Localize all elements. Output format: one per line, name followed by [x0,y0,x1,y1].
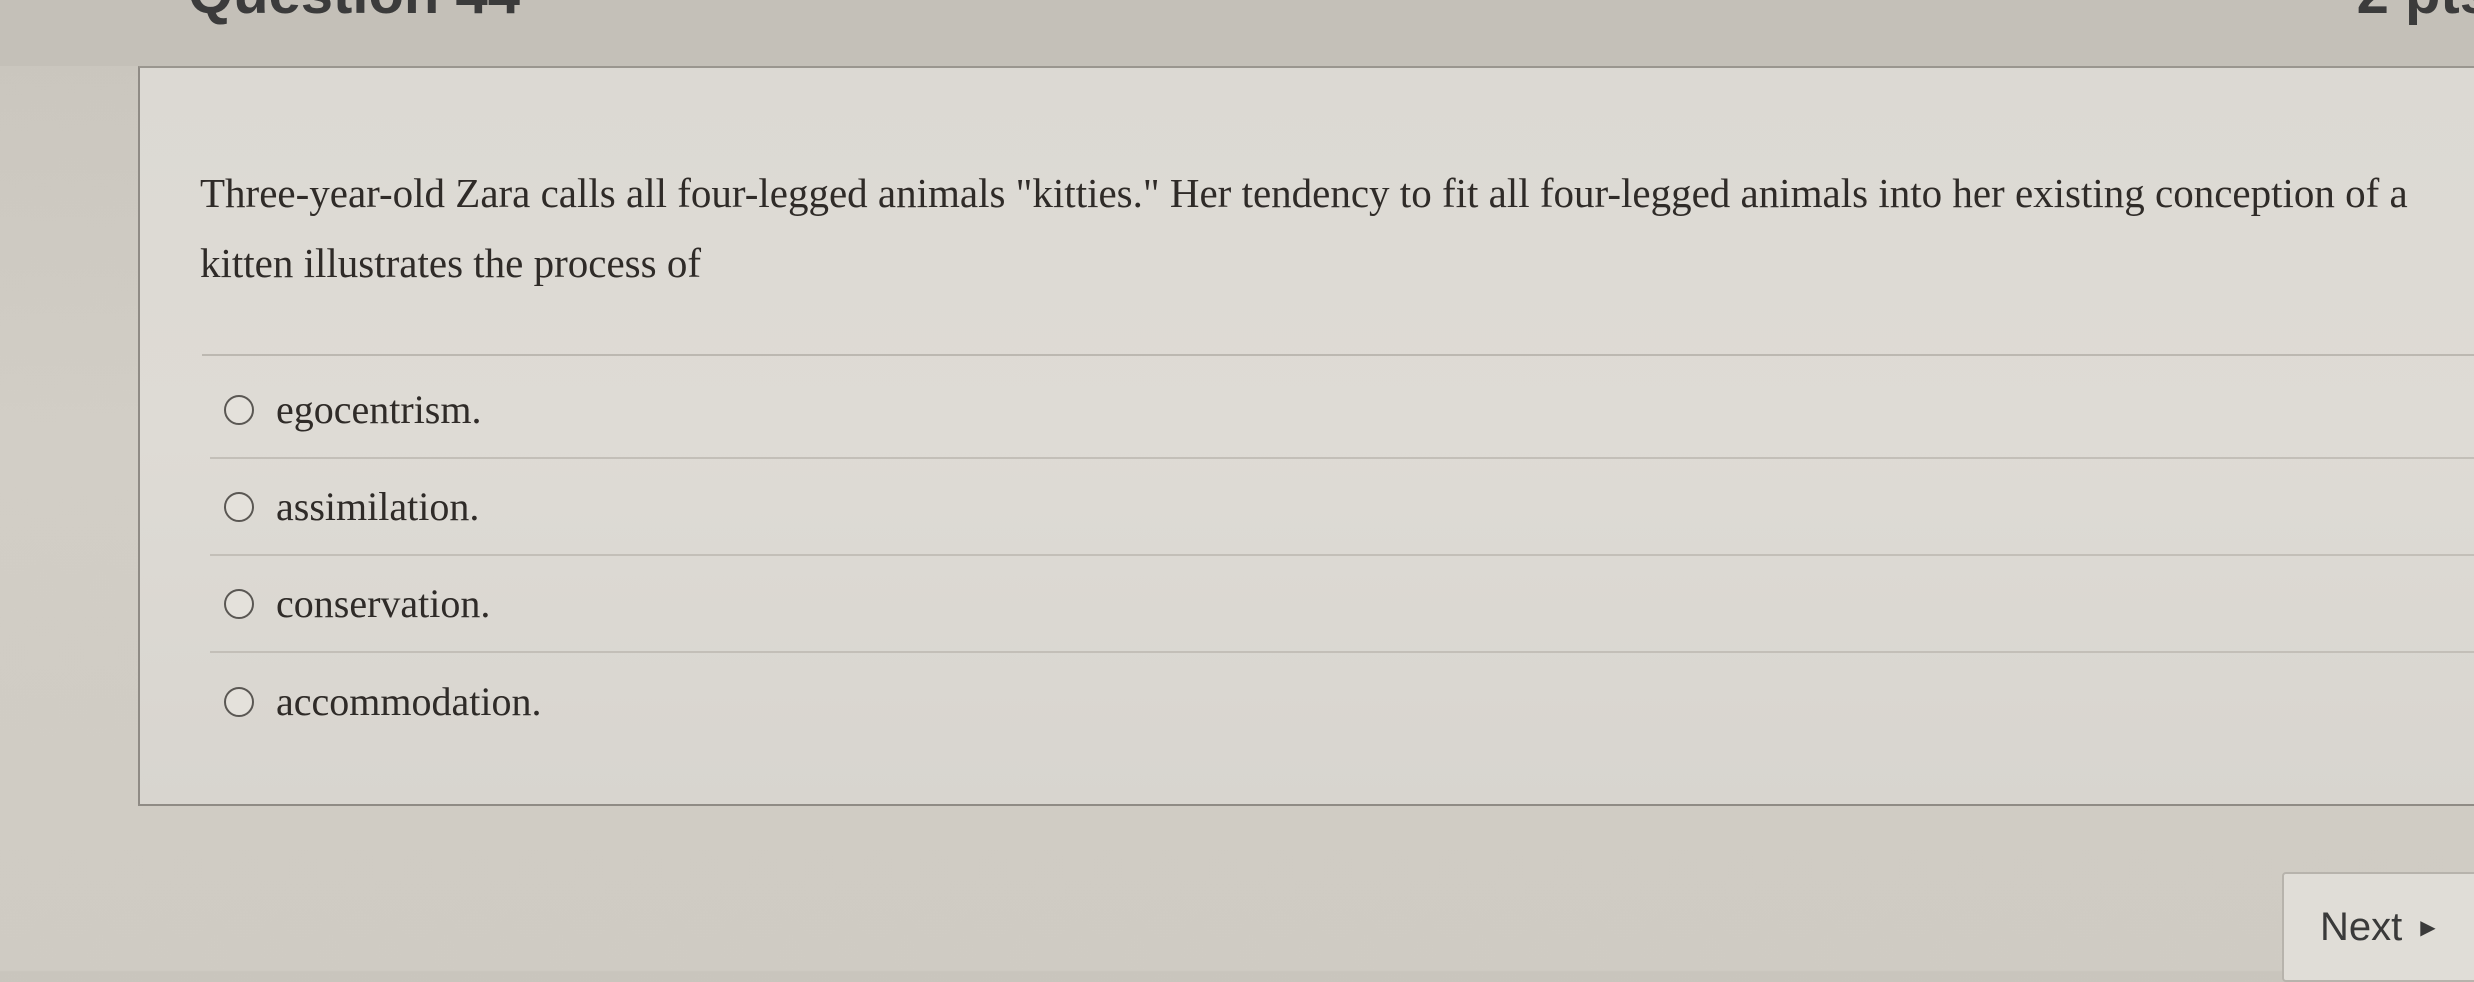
divider [202,354,2474,356]
question-header: Question 44 2 pts [0,0,2474,66]
answer-option-egocentrism[interactable]: egocentrism. [210,362,2474,459]
radio-button[interactable] [224,394,254,425]
answer-option-label[interactable]: accommodation. [276,678,541,725]
answer-option-label[interactable]: egocentrism. [276,386,482,433]
radio-button[interactable] [224,588,254,619]
radio-button[interactable] [224,491,254,522]
question-title: Question 44 [188,0,520,27]
question-stem: Three-year-old Zara calls all four-legge… [200,170,2408,286]
radio-button[interactable] [224,686,254,717]
answer-option-label[interactable]: assimilation. [276,483,479,530]
answer-option-conservation[interactable]: conservation. [210,556,2474,653]
triangle-right-icon: ▶ [2420,916,2436,939]
question-points: 2 pts [2357,0,2474,27]
answer-option-label[interactable]: conservation. [276,580,490,627]
answer-option-accommodation[interactable]: accommodation. [210,653,2474,750]
question-card: Three-year-old Zara calls all four-legge… [138,66,2474,806]
next-button[interactable]: Next ▶ [2282,872,2474,982]
next-button-label[interactable]: Next [2320,905,2402,950]
answer-options: egocentrism. assimilation. conservation.… [210,362,2474,750]
answer-option-assimilation[interactable]: assimilation. [210,459,2474,556]
